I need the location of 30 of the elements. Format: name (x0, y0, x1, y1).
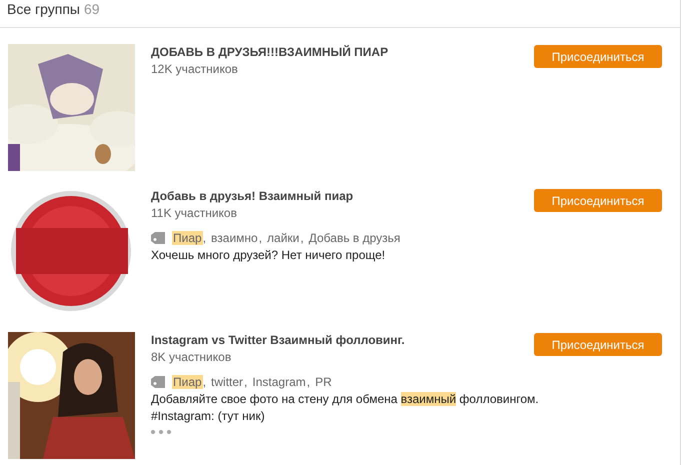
tag-separator: , (202, 375, 206, 389)
group-name[interactable]: ДОБАВЬ В ДРУЗЬЯ!!!ВЗАИМНЫЙ ПИАР (151, 45, 388, 59)
more-icon[interactable] (151, 430, 171, 434)
tag-icon (151, 376, 165, 388)
tag-link[interactable]: Пиар (172, 231, 203, 245)
member-count: 8K участников (151, 350, 232, 364)
member-count: 12K участников (151, 62, 238, 76)
tag-separator: , (202, 231, 206, 245)
tag-link[interactable]: Instagram (251, 375, 307, 389)
tag-link[interactable]: взаимно (210, 231, 259, 245)
tag-separator: , (306, 375, 310, 389)
tag-separator: , (244, 375, 248, 389)
tag-separator: , (300, 231, 304, 245)
group-name[interactable]: Instagram vs Twitter Взаимный фолловинг. (151, 333, 405, 347)
description-text: фолловингом. (458, 392, 539, 406)
description-text: #Instagram: (тут ник) (151, 409, 265, 423)
group-count: 69 (84, 1, 100, 17)
tag-icon (151, 232, 165, 244)
tag-link[interactable]: Пиар (172, 375, 203, 389)
tag-link[interactable]: лайки (266, 231, 300, 245)
tag-separator: , (258, 231, 262, 245)
group-name[interactable]: Добавь в друзья! Взаимный пиар (151, 189, 354, 203)
tag-link[interactable]: PR (314, 375, 333, 389)
section-title: Все группы (7, 1, 80, 17)
member-count: 11K участников (151, 206, 237, 220)
description-text: Хочешь много друзей? Нет ничего проще! (151, 248, 386, 262)
description-text: Добавляйте свое фото на стену для обмена (151, 392, 398, 406)
tag-link[interactable]: Добавь в друзья (308, 231, 402, 245)
description-text: взаимный (400, 392, 456, 406)
tag-link[interactable]: twitter (210, 375, 244, 389)
